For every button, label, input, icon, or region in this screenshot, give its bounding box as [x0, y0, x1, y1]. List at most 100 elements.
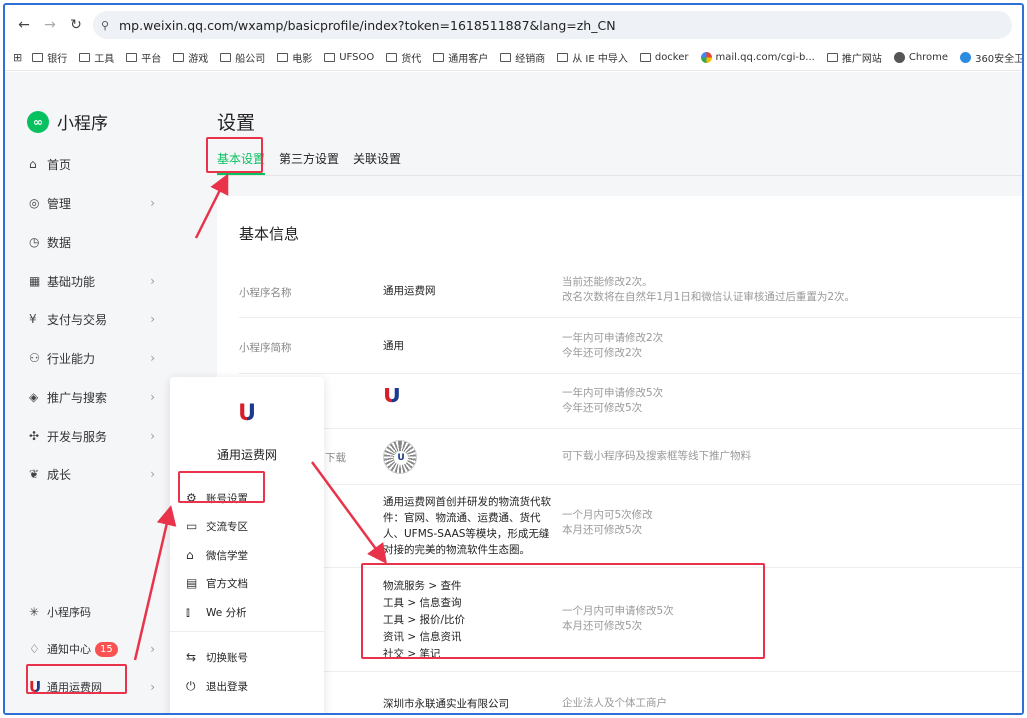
row-avatar: U 一年内可申请修改5次 今年还可修改5次 — [239, 374, 1022, 429]
sidebar-item-payment[interactable]: ¥ 支付与交易 › — [29, 307, 159, 331]
sidebar-item-basic[interactable]: ▦ 基础功能 › — [29, 269, 159, 293]
notify-count-badge: 15 — [95, 641, 118, 657]
menu-item-community[interactable]: ▭ 交流专区 — [186, 515, 248, 537]
row-intro: 通用运费网首创并研发的物流货代软 件：官网、物流通、运费通、货代 人、UFMS-… — [239, 485, 1022, 568]
page-title: 设置 — [217, 112, 256, 134]
app-logo[interactable]: ∞ 小程序 — [27, 109, 108, 134]
grid-icon: ▦ — [29, 274, 41, 288]
folder-icon — [557, 53, 569, 62]
bookmark-item[interactable]: 360安全卫士 — [960, 50, 1022, 65]
row-value: 通用运费网首创并研发的物流货代软 件：官网、物流通、运费通、货代 人、UFMS-… — [383, 496, 551, 556]
account-popup: U 通用运费网 ⚙ 账号设置 ▭ 交流专区 ⌂ 微信学堂 ▤ 官方文档 ⫾ We… — [170, 377, 324, 713]
bookmark-item[interactable]: 推广网站 — [826, 50, 882, 65]
bookmarks-bar: ⊞ 银行 工具 平台 游戏 船公司 电影 UFSOO 货代 通用客户 经销商 从… — [5, 45, 1022, 71]
row-note: 一年内可申请修改5次 今年还可修改5次 — [562, 387, 664, 414]
folder-icon — [433, 53, 445, 62]
document-icon: ▤ — [186, 576, 198, 590]
folder-icon — [277, 53, 289, 62]
sidebar-item-notify[interactable]: ♢ 通知中心 15 › — [29, 637, 159, 661]
popup-logo: U — [238, 401, 256, 426]
bookmark-item[interactable]: docker — [639, 52, 689, 63]
chat-icon: ▭ — [186, 519, 198, 533]
bookmark-item[interactable]: 从 IE 中导入 — [557, 50, 628, 65]
sidebar-item-promote[interactable]: ◈ 推广与搜索 › — [29, 385, 159, 409]
sidebar-item-data[interactable]: ◷ 数据 — [29, 230, 159, 254]
sidebar-item-manage[interactable]: ◎ 管理 › — [29, 191, 159, 215]
chevron-right-icon: › — [150, 467, 155, 481]
menu-item-logout[interactable]: ⏻ 退出登录 — [186, 675, 248, 697]
folder-icon — [79, 53, 91, 62]
folder-icon — [126, 53, 138, 62]
chevron-right-icon: › — [150, 312, 155, 326]
row-note: 企业法人及个体工商户 — [562, 697, 667, 709]
menu-item-docs[interactable]: ▤ 官方文档 — [186, 572, 248, 594]
tab-third-party[interactable]: 第三方设置 — [279, 150, 339, 175]
forward-icon[interactable]: → — [37, 12, 63, 38]
dev-icon: ✣ — [29, 429, 40, 443]
sidebar-item-dev[interactable]: ✣ 开发与服务 › — [29, 424, 159, 448]
chevron-right-icon: › — [150, 429, 155, 443]
bookmark-item[interactable]: UFSOO — [324, 52, 374, 63]
folder-icon — [500, 53, 512, 62]
chevron-right-icon: › — [150, 390, 155, 404]
row-note: 一年内可申请修改2次 今年还可修改2次 — [562, 332, 664, 359]
folder-icon — [639, 53, 651, 62]
bookmark-item[interactable]: 货代 — [386, 50, 421, 65]
bookmark-item[interactable]: 平台 — [126, 50, 161, 65]
folder-icon — [220, 53, 232, 62]
sidebar-item-qrcode[interactable]: ✳ 小程序码 — [29, 600, 159, 624]
settings-circle-icon: ◎ — [29, 196, 40, 210]
chevron-right-icon: › — [150, 680, 155, 694]
analytics-icon: ⫾ — [186, 604, 190, 619]
row-entity: 深圳市永联通实业有限公司 企业法人及个体工商户 — [239, 672, 1022, 713]
address-bar-row: ← → ↻ ⚲ mp.weixin.qq.com/wxamp/basicprof… — [5, 5, 1022, 45]
miniprogram-logo-icon: ∞ — [27, 110, 49, 133]
qrcode-image[interactable]: U — [383, 440, 417, 474]
sidebar-item-home[interactable]: ⌂ 首页 — [29, 152, 159, 176]
menu-item-analytics[interactable]: ⫾ We 分析 — [186, 601, 247, 623]
menu-item-switch-account[interactable]: ⇆ 切换账号 — [186, 646, 248, 668]
home-icon: ⌂ — [29, 157, 37, 171]
bookmark-item[interactable]: 船公司 — [220, 50, 265, 65]
reload-icon[interactable]: ↻ — [63, 12, 89, 38]
folder-icon — [32, 53, 44, 62]
bookmark-item[interactable]: 工具 — [79, 50, 114, 65]
popup-account-name: 通用运费网 — [216, 448, 277, 462]
sidebar-item-industry[interactable]: ⚇ 行业能力 › — [29, 346, 159, 370]
security-favicon-icon — [960, 52, 972, 63]
graduation-cap-icon: ⌂ — [186, 548, 194, 562]
bell-icon: ♢ — [29, 642, 40, 656]
bookmark-item[interactable]: 银行 — [32, 50, 67, 65]
yen-icon: ¥ — [29, 312, 37, 326]
chrome-favicon-icon — [893, 52, 905, 63]
clock-icon: ◷ — [29, 235, 40, 249]
row-note: 一个月内可5次修改 本月还可修改5次 — [562, 509, 653, 536]
site-info-icon[interactable]: ⚲ — [101, 19, 119, 32]
row-note: 可下载小程序码及搜索框等线下推广物料 — [562, 450, 751, 462]
url-field[interactable]: ⚲ mp.weixin.qq.com/wxamp/basicprofile/in… — [93, 11, 1012, 39]
bookmark-item[interactable]: 通用客户 — [433, 50, 488, 65]
bookmark-item[interactable]: 游戏 — [173, 50, 208, 65]
section-title: 基本信息 — [239, 225, 300, 243]
bookmark-item[interactable]: mail.qq.com/cgi-b... — [700, 52, 815, 63]
folder-icon — [324, 53, 336, 62]
bookmark-item[interactable]: 电影 — [277, 50, 312, 65]
row-shortname: 小程序简称 通用 一年内可申请修改2次 今年还可修改2次 — [239, 318, 1022, 374]
apps-grid-icon[interactable]: ⊞ — [13, 51, 22, 64]
chevron-right-icon: › — [150, 351, 155, 365]
chevron-right-icon: › — [150, 196, 155, 210]
menu-item-academy[interactable]: ⌂ 微信学堂 — [186, 544, 248, 566]
sidebar-item-growth[interactable]: ❦ 成长 › — [29, 462, 159, 486]
app-avatar-logo[interactable]: U — [383, 385, 401, 407]
row-qrcode: 下载 U 可下载小程序码及搜索框等线下推广物料 — [239, 429, 1022, 485]
bookmark-item[interactable]: 经销商 — [500, 50, 545, 65]
popup-divider — [170, 631, 324, 632]
bookmark-item[interactable]: Chrome — [893, 52, 948, 63]
power-icon: ⏻ — [186, 678, 196, 693]
tab-related[interactable]: 关联设置 — [353, 150, 401, 175]
back-icon[interactable]: ← — [11, 12, 37, 38]
highlight-tab-basic — [206, 137, 263, 173]
tabs-divider — [217, 175, 1022, 176]
sidebar: ∞ 小程序 ⌂ 首页 ◎ 管理 › ◷ 数据 ▦ 基础功能 › ¥ 支付与交易 … — [5, 72, 195, 713]
row-label: 小程序简称 — [239, 342, 292, 354]
